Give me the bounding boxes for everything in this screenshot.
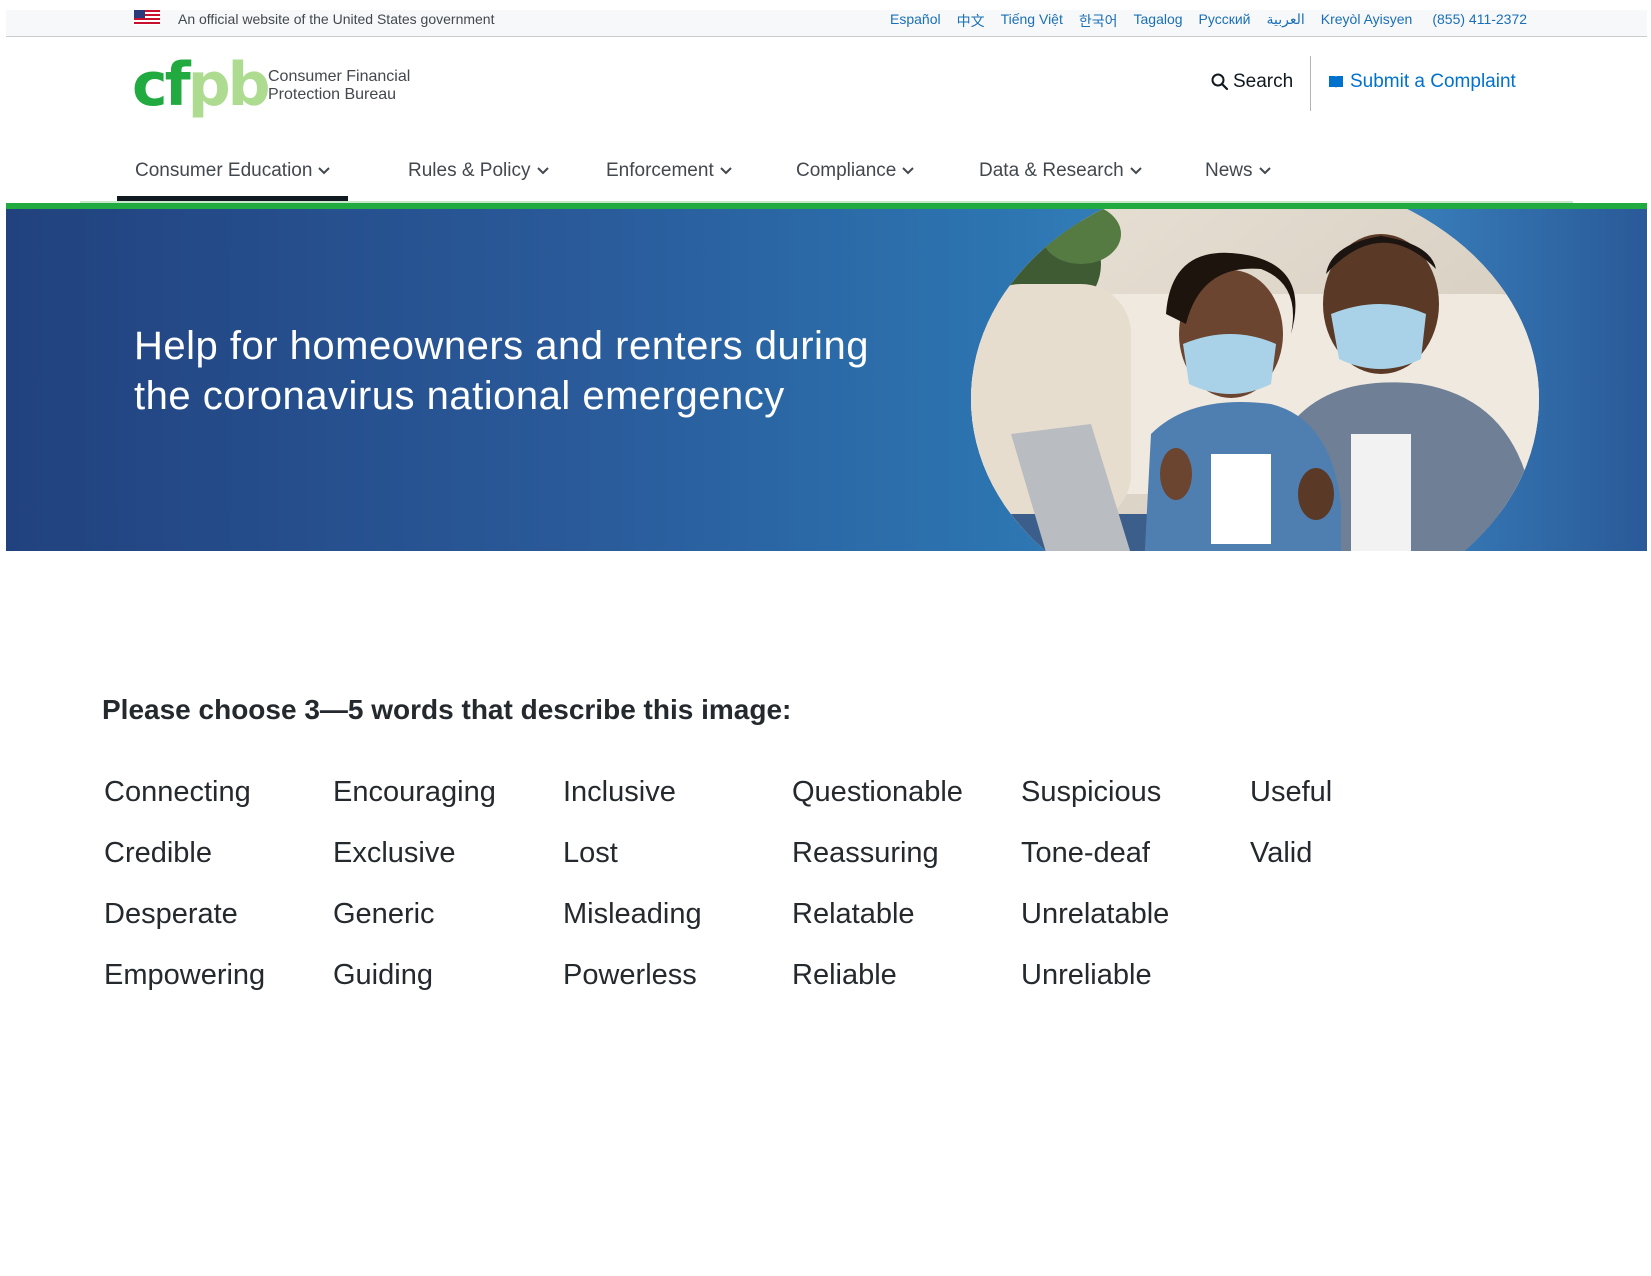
language-links: Español 中文 Tiếng Việt 한국어 Tagalog Русски… [890,11,1527,31]
language-link-tagalog[interactable]: Tagalog [1134,11,1183,31]
word-option-questionable[interactable]: Questionable [792,776,963,809]
logo-text: Consumer Financial Protection Bureau [268,68,468,104]
word-option-guiding[interactable]: Guiding [333,959,433,992]
word-option-suspicious[interactable]: Suspicious [1021,776,1161,809]
chevron-down-icon [318,167,331,175]
phone-number-link[interactable]: (855) 411-2372 [1432,11,1527,31]
nav-item-label: Compliance [796,160,897,181]
header-divider [1310,56,1311,111]
search-label: Search [1233,71,1294,92]
hero-banner: Help for homeowners and renters during t… [6,209,1647,551]
word-option-desperate[interactable]: Desperate [104,898,238,931]
language-link-vietnamese[interactable]: Tiếng Việt [1001,11,1063,31]
word-option-generic[interactable]: Generic [333,898,435,931]
nav-item-rules-policy[interactable]: Rules & Policy [408,160,549,182]
us-flag-icon [134,10,160,25]
nav-item-label: Consumer Education [135,160,313,181]
word-option-connecting[interactable]: Connecting [104,776,251,809]
language-link-arabic[interactable]: العربية [1267,11,1305,31]
word-option-powerless[interactable]: Powerless [563,959,697,992]
word-option-reassuring[interactable]: Reassuring [792,837,939,870]
word-option-inclusive[interactable]: Inclusive [563,776,676,809]
word-option-useful[interactable]: Useful [1250,776,1332,809]
nav-item-label: Enforcement [606,160,714,181]
language-link-espanol[interactable]: Español [890,11,941,31]
submit-complaint-link[interactable]: Submit a Complaint [1328,71,1516,93]
word-option-credible[interactable]: Credible [104,837,212,870]
word-option-lost[interactable]: Lost [563,837,618,870]
logo-text-line2: Protection Bureau [268,86,397,103]
gov-banner: An official website of the United States… [6,10,1647,37]
nav-item-label: Rules & Policy [408,160,531,181]
language-link-haitian-creole[interactable]: Kreyòl Ayisyen [1321,11,1413,31]
word-option-valid[interactable]: Valid [1250,837,1312,870]
nav-item-news[interactable]: News [1205,160,1271,182]
chevron-down-icon [1258,167,1271,175]
couple-with-masks-laptop-photo [971,209,1539,551]
hero-photo [971,209,1539,551]
word-option-exclusive[interactable]: Exclusive [333,837,456,870]
nav-item-label: Data & Research [979,160,1124,181]
official-website-text: An official website of the United States… [178,11,495,27]
language-link-russian[interactable]: Русский [1199,11,1251,31]
nav-item-enforcement[interactable]: Enforcement [606,160,732,182]
nav-item-consumer-education[interactable]: Consumer Education [135,160,331,182]
chevron-down-icon [720,167,732,175]
search-icon [1211,73,1229,91]
language-link-korean[interactable]: 한국어 [1079,11,1118,31]
word-option-relatable[interactable]: Relatable [792,898,915,931]
language-link-chinese[interactable]: 中文 [957,11,985,31]
word-option-encouraging[interactable]: Encouraging [333,776,496,809]
hero-title: Help for homeowners and renters during t… [134,321,934,421]
hero-title-line1: Help for homeowners and renters during [134,324,869,368]
nav-item-compliance[interactable]: Compliance [796,160,915,182]
complaint-book-icon [1329,76,1343,88]
word-option-unreliable[interactable]: Unreliable [1021,959,1152,992]
nav-item-data-research[interactable]: Data & Research [979,160,1142,182]
submit-complaint-label: Submit a Complaint [1350,71,1516,92]
word-option-tone-deaf[interactable]: Tone-deaf [1021,837,1150,870]
chevron-down-icon [536,167,549,175]
search-button[interactable]: Search [1211,71,1293,93]
logo-text-line1: Consumer Financial [268,68,411,85]
word-option-empowering[interactable]: Empowering [104,959,265,992]
survey-prompt: Please choose 3—5 words that describe th… [102,694,792,725]
word-option-reliable[interactable]: Reliable [792,959,897,992]
word-option-unrelatable[interactable]: Unrelatable [1021,898,1169,931]
chevron-down-icon [902,167,915,175]
chevron-down-icon [1129,167,1142,175]
main-nav: Consumer Education Rules & Policy Enforc… [0,150,1651,200]
word-option-misleading[interactable]: Misleading [563,898,702,931]
nav-item-label: News [1205,160,1253,181]
hero-title-line2: the coronavirus national emergency [134,374,785,418]
cfpb-logo-mark: cfpb [132,50,271,120]
